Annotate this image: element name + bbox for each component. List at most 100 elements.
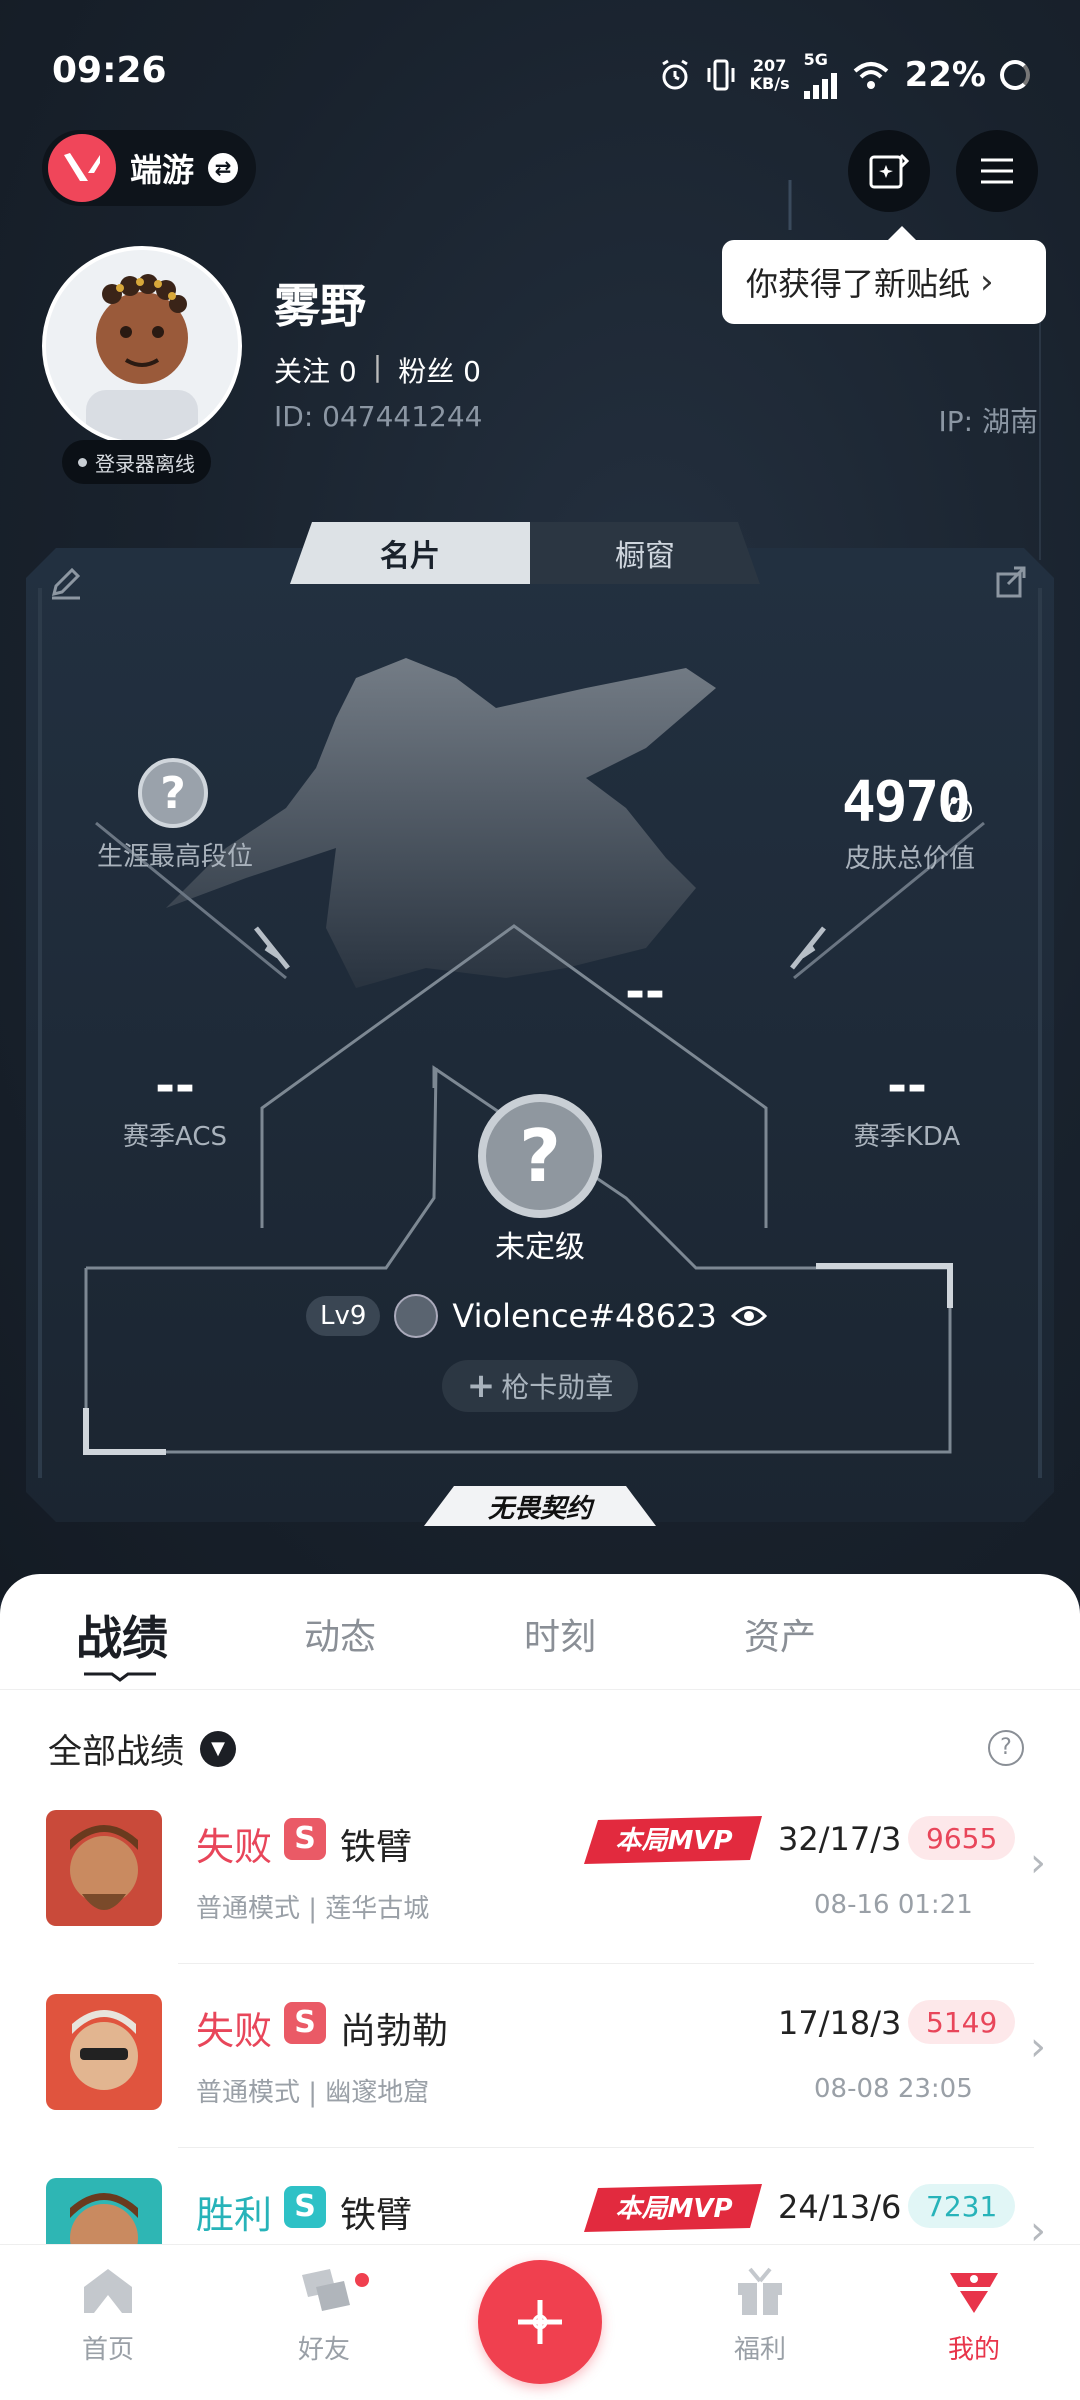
online-status-text: 登录器离线	[95, 451, 195, 476]
match-kda: 24/13/6	[778, 2188, 902, 2226]
fans-link[interactable]: 粉丝 0	[398, 350, 481, 390]
sticker-button[interactable]	[848, 130, 930, 212]
match-row[interactable]: 失败 S 尚勃勒 普通模式 | 幽邃地窟 17/18/3 5149 08-08 …	[0, 1964, 1080, 2148]
tooltip-text: 你获得了新贴纸	[746, 265, 971, 303]
records-filter[interactable]: 全部战绩 ▼	[48, 1724, 236, 1773]
nav-home[interactable]: 首页	[38, 2265, 178, 2366]
game-logo: 无畏契约	[424, 1486, 656, 1526]
avatar[interactable]	[42, 246, 242, 446]
mvp-text: 本局MVP	[615, 1826, 732, 1856]
speed-value: 207	[752, 55, 787, 75]
wifi-icon	[853, 61, 888, 89]
mvp-badge: 本局MVP	[584, 2184, 762, 2232]
chevron-right-icon: ›	[1030, 2024, 1046, 2070]
help-icon[interactable]: ?	[988, 1730, 1024, 1766]
chevron-down-icon: ▼	[200, 1730, 236, 1767]
kda-label: 赛季KDA	[853, 1122, 961, 1152]
agent-role-badge: S	[284, 2186, 326, 2228]
notification-dot	[352, 2270, 372, 2290]
battery-icon	[1000, 59, 1030, 90]
following-link[interactable]: 关注 0	[274, 350, 357, 390]
vibrate-icon	[707, 59, 735, 90]
status-dot	[78, 457, 87, 467]
current-rank-icon[interactable]: ?	[478, 1094, 602, 1218]
agent-name: 尚勃勒	[340, 2011, 449, 2052]
username: 雾野	[274, 279, 366, 333]
chevron-right-icon: ›	[980, 262, 994, 302]
battery-percent: 22%	[904, 54, 986, 95]
status-icons: 207 KB/s 5G 22%	[658, 50, 1030, 99]
skin-value-label: 皮肤总价值	[844, 844, 975, 874]
speed-unit: KB/s	[749, 73, 790, 93]
menu-button[interactable]	[956, 130, 1038, 212]
match-row[interactable]: 失败 S 铁臂 普通模式 | 莲华古城 本局MVP 32/17/3 9655 0…	[0, 1780, 1080, 1964]
agent-role-badge: S	[284, 2002, 326, 2044]
agent-avatar-image	[46, 250, 238, 442]
rank-label: 未定级	[495, 1230, 585, 1265]
profile-icon	[950, 2273, 998, 2313]
status-bar: 09:26 207 KB/s 5G 22%	[0, 0, 1080, 120]
nav-benefits-label: 福利	[733, 2335, 786, 2365]
switch-icon: ⇄	[208, 153, 239, 183]
gamer-tag: Violence#48623	[452, 1297, 717, 1335]
nav-friends-label: 好友	[297, 2335, 350, 2365]
online-status-pill: 登录器离线	[62, 440, 211, 484]
medal-button-label: 枪卡勋章	[501, 1371, 614, 1404]
fans-label: 粉丝	[398, 355, 455, 388]
network-speed: 207 KB/s	[749, 55, 790, 93]
kda-value: --	[887, 1058, 927, 1114]
edit-icon[interactable]	[48, 566, 84, 602]
tab-assets[interactable]: 资产	[744, 1608, 816, 1660]
career-rank-label: 生涯最高段位	[96, 842, 253, 872]
mvp-badge: 本局MVP	[584, 1816, 762, 1864]
menu-icon	[981, 158, 1013, 184]
agent-portrait	[46, 1810, 162, 1926]
fans-count: 0	[463, 355, 481, 388]
nav-friends[interactable]: 好友	[254, 2265, 394, 2366]
card-tabs: 名片 橱窗	[290, 522, 780, 584]
alarm-icon	[661, 59, 688, 89]
agent-name: 铁臂	[340, 1827, 413, 1868]
acs-value: --	[155, 1058, 195, 1114]
match-score: 7231	[908, 2184, 1016, 2228]
agent-portrait	[46, 1994, 162, 2110]
career-rank-icon[interactable]: ?	[138, 758, 208, 828]
match-mode: 普通模式 | 莲华古城	[196, 1894, 430, 1924]
match-kda: 17/18/3	[778, 2004, 902, 2042]
new-sticker-tooltip[interactable]: 你获得了新贴纸 ›	[722, 226, 1046, 324]
add-medal-button[interactable]: + 枪卡勋章	[442, 1360, 638, 1412]
following-count: 0	[338, 355, 357, 388]
agent-role-badge: S	[284, 1818, 326, 1860]
nav-me-label: 我的	[947, 2335, 1000, 2365]
acs-label: 赛季ACS	[123, 1122, 227, 1152]
nav-benefits[interactable]: 福利	[690, 2265, 830, 2366]
chevron-down-icon[interactable]: ⌄	[948, 798, 972, 822]
tab-card[interactable]: 名片	[290, 522, 530, 584]
divider: |	[372, 350, 383, 383]
tab-moments[interactable]: 时刻	[524, 1608, 596, 1660]
tab-records[interactable]: 战绩	[76, 1602, 168, 1668]
match-result: 失败	[196, 1825, 273, 1869]
player-identity-row: Lv9 Violence#48623	[306, 1294, 767, 1338]
eye-icon[interactable]	[730, 1303, 767, 1329]
ip-location: IP: 湖南	[938, 405, 1038, 438]
match-date: 08-08 23:05	[814, 2074, 973, 2104]
game-switch-pill[interactable]: 端游 ⇄	[42, 130, 257, 206]
create-button[interactable]	[478, 2260, 602, 2384]
agent-name: 铁臂	[340, 2195, 413, 2236]
nav-me[interactable]: 我的	[904, 2265, 1044, 2366]
sticker-icon	[869, 153, 910, 189]
plus-icon: +	[466, 1366, 496, 1406]
following-label: 关注	[274, 355, 331, 388]
signal-group: 5G	[803, 50, 837, 99]
tab-showcase[interactable]: 橱窗	[530, 522, 760, 584]
match-date: 08-16 01:21	[814, 1890, 973, 1920]
brand-name: 端游	[130, 151, 195, 189]
chevron-right-icon: ›	[1030, 1840, 1046, 1886]
share-icon[interactable]	[994, 564, 1030, 600]
tab-feed[interactable]: 动态	[304, 1608, 376, 1660]
valorant-logo-icon	[48, 134, 116, 202]
follow-stats: 关注 0 | 粉丝 0	[274, 350, 481, 390]
match-score: 9655	[908, 1816, 1016, 1860]
network-type: 5G	[803, 50, 828, 69]
